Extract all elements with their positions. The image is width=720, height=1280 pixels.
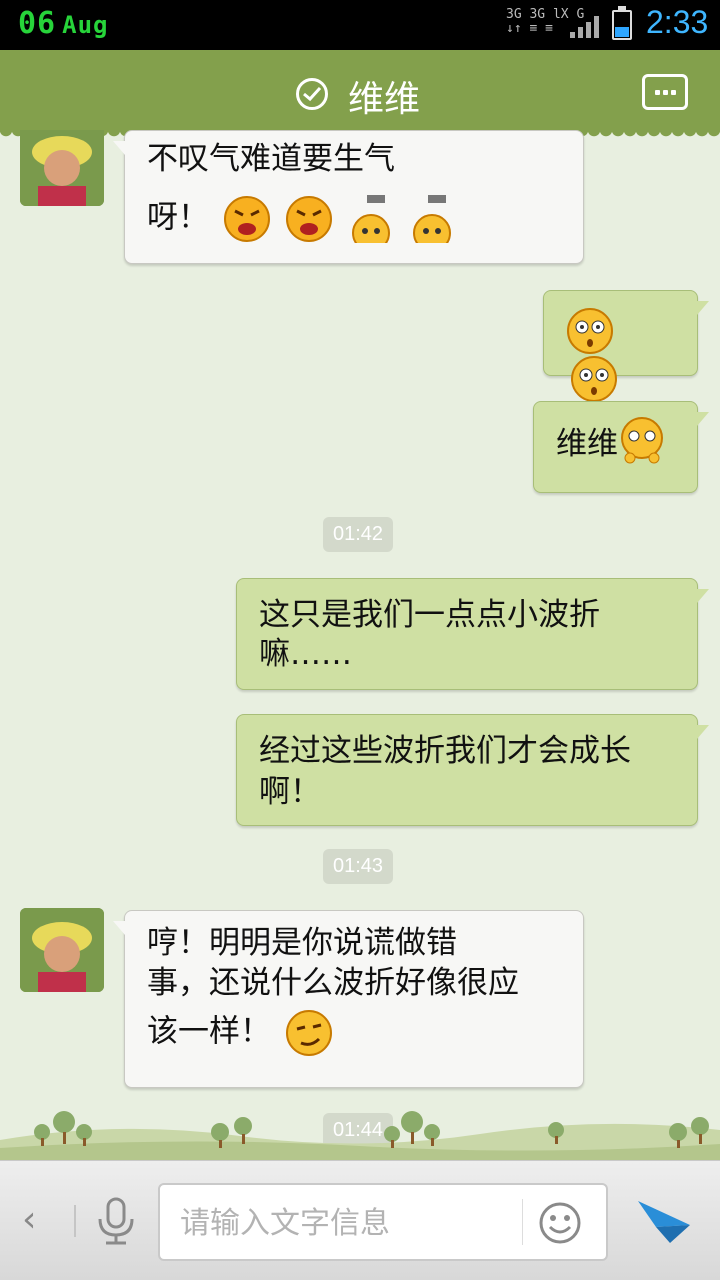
more-options-button[interactable]	[642, 74, 688, 110]
message-text: 事，还说什么波折好像很应	[147, 965, 519, 1001]
pleading-face-icon	[621, 416, 663, 463]
send-paper-plane-icon[interactable]	[636, 1197, 692, 1247]
microphone-icon[interactable]	[96, 1197, 136, 1247]
message-bubble-outgoing[interactable]: 经过这些波折我们才会成长 啊！	[236, 714, 709, 826]
divider	[74, 1205, 76, 1237]
status-day: 06	[18, 6, 57, 41]
contact-avatar[interactable]	[20, 908, 104, 992]
message-text: 哼！明明是你说谎做错	[147, 925, 457, 961]
angry-face-icon	[285, 196, 332, 242]
message-text: 不叹气难道要生气	[147, 141, 395, 177]
contact-avatar[interactable]	[20, 130, 104, 206]
hammer-face-icon	[351, 195, 390, 243]
shocked-face-icon	[571, 356, 617, 402]
verified-check-icon	[296, 78, 328, 110]
status-month: Aug	[62, 11, 109, 39]
angry-face-icon	[223, 196, 270, 242]
message-text: 呀！	[147, 199, 209, 236]
status-time: 2:33	[646, 4, 709, 40]
message-text: 该一样！	[147, 1013, 271, 1050]
status-date: 06 Aug	[18, 6, 108, 41]
message-input-box[interactable]	[158, 1183, 608, 1261]
message-text: 这只是我们一点点小波折	[259, 597, 600, 633]
status-bar: 06 Aug 3G 3G lX G ↓↑ ≡ ≡ 2:33	[0, 0, 720, 50]
message-text: 维维	[556, 426, 618, 462]
message-input-bar: ‹	[0, 1160, 720, 1280]
message-text: 嘛……	[259, 636, 352, 672]
message-bubble-outgoing[interactable]: 这只是我们一点点小波折 嘛……	[236, 578, 709, 690]
emoji-smiley-icon[interactable]	[538, 1201, 582, 1245]
battery-icon	[612, 6, 632, 40]
message-bubble-outgoing[interactable]: 维维	[533, 401, 709, 493]
message-input[interactable]	[180, 1201, 510, 1245]
timestamp-chip: 01:42	[323, 517, 394, 552]
message-bubble-incoming[interactable]: 哼！明明是你说谎做错 事，还说什么波折好像很应 该一样！	[113, 910, 584, 1088]
message-text: 啊！	[259, 774, 321, 810]
message-bubble-outgoing[interactable]	[543, 290, 709, 402]
message-list[interactable]: 不叹气难道要生气 呀！ 维维 01:42 这只是我们一点点小波折 嘛…… 经过这…	[0, 130, 720, 1160]
shocked-face-icon	[567, 308, 613, 354]
message-bubble-incoming[interactable]: 不叹气难道要生气 呀！	[113, 130, 584, 264]
collapse-chevron-icon[interactable]: ‹	[22, 1199, 36, 1240]
message-text: 经过这些波折我们才会成长	[259, 733, 631, 769]
divider	[522, 1199, 523, 1245]
chat-header: 维维	[0, 50, 720, 138]
signal-strength-icon	[570, 14, 600, 38]
landscape-decoration	[0, 1111, 720, 1160]
smirk-face-icon	[285, 1010, 332, 1056]
chat-title: 维维	[348, 79, 421, 120]
hammer-face-icon	[413, 195, 452, 243]
timestamp-chip: 01:43	[323, 849, 394, 884]
